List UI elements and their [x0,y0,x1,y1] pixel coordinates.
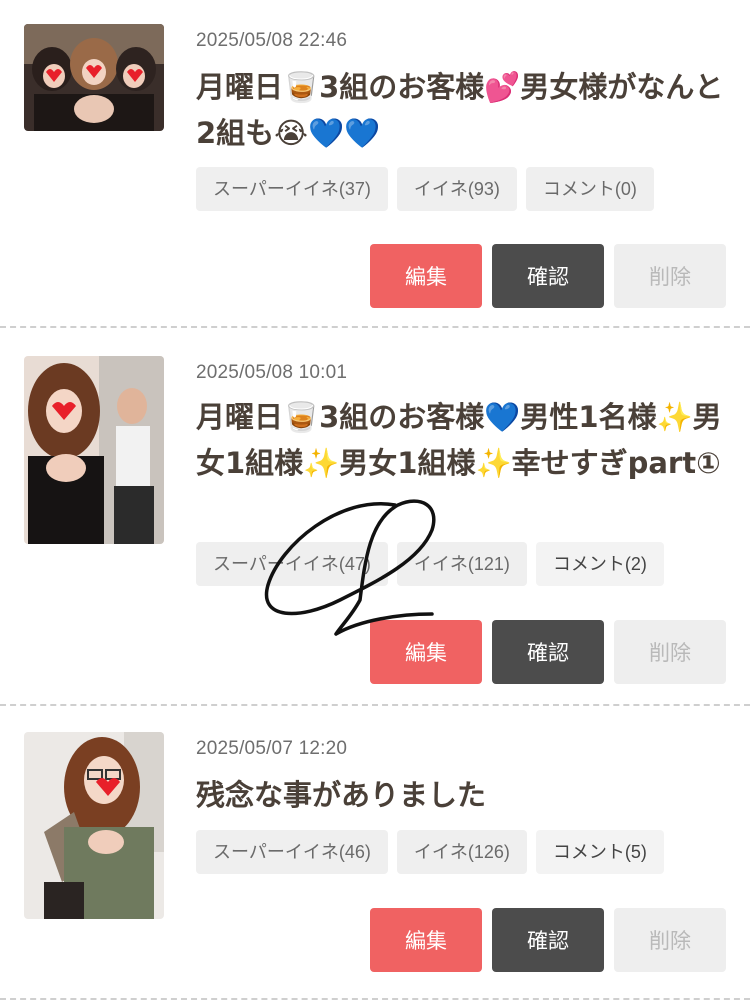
comment-tag[interactable]: コメント(5) [535,830,664,874]
comment-tag[interactable]: コメント(2) [535,542,664,586]
post-actions: 編集 確認 削除 [370,620,726,684]
reaction-tags: スーパーイイネ(46) イイネ(126) コメント(5) [196,830,664,874]
confirm-button[interactable]: 確認 [492,908,604,972]
post-item: 2025/05/08 10:01 月曜日🥃3組のお客様💙男性1名様✨男女1組様✨… [0,328,750,706]
super-like-tag[interactable]: スーパーイイネ(46) [196,830,388,874]
post-thumbnail[interactable] [24,356,164,544]
post-actions: 編集 確認 削除 [370,908,726,972]
post-date: 2025/05/08 22:46 [196,30,348,51]
edit-button[interactable]: 編集 [370,244,482,308]
post-date: 2025/05/07 12:20 [196,738,348,759]
like-tag[interactable]: イイネ(121) [396,542,527,586]
comment-tag[interactable]: コメント(0) [525,167,654,211]
post-title[interactable]: 残念な事がありました [196,772,726,818]
post-item: 2025/05/07 12:20 残念な事がありました スーパーイイネ(46) … [0,706,750,1000]
post-item: 2025/05/08 22:46 月曜日🥃3組のお客様💕男女様がなんと2組も😭💙… [0,0,750,328]
delete-button[interactable]: 削除 [614,620,726,684]
super-like-tag[interactable]: スーパーイイネ(37) [196,167,388,211]
reaction-tags: スーパーイイネ(37) イイネ(93) コメント(0) [196,167,654,211]
edit-button[interactable]: 編集 [370,620,482,684]
post-thumbnail[interactable] [24,732,164,919]
delete-button[interactable]: 削除 [614,244,726,308]
delete-button[interactable]: 削除 [614,908,726,972]
post-thumbnail[interactable] [24,24,164,131]
confirm-button[interactable]: 確認 [492,244,604,308]
confirm-button[interactable]: 確認 [492,620,604,684]
like-tag[interactable]: イイネ(93) [396,167,517,211]
post-title[interactable]: 月曜日🥃3組のお客様💙男性1名様✨男女1組様✨男女1組様✨幸せすぎpart① [196,394,726,486]
post-date: 2025/05/08 10:01 [196,362,348,383]
edit-button[interactable]: 編集 [370,908,482,972]
super-like-tag[interactable]: スーパーイイネ(47) [196,542,388,586]
post-title[interactable]: 月曜日🥃3組のお客様💕男女様がなんと2組も😭💙💙 [196,64,726,156]
post-actions: 編集 確認 削除 [370,244,726,308]
like-tag[interactable]: イイネ(126) [396,830,527,874]
reaction-tags: スーパーイイネ(47) イイネ(121) コメント(2) [196,542,664,586]
